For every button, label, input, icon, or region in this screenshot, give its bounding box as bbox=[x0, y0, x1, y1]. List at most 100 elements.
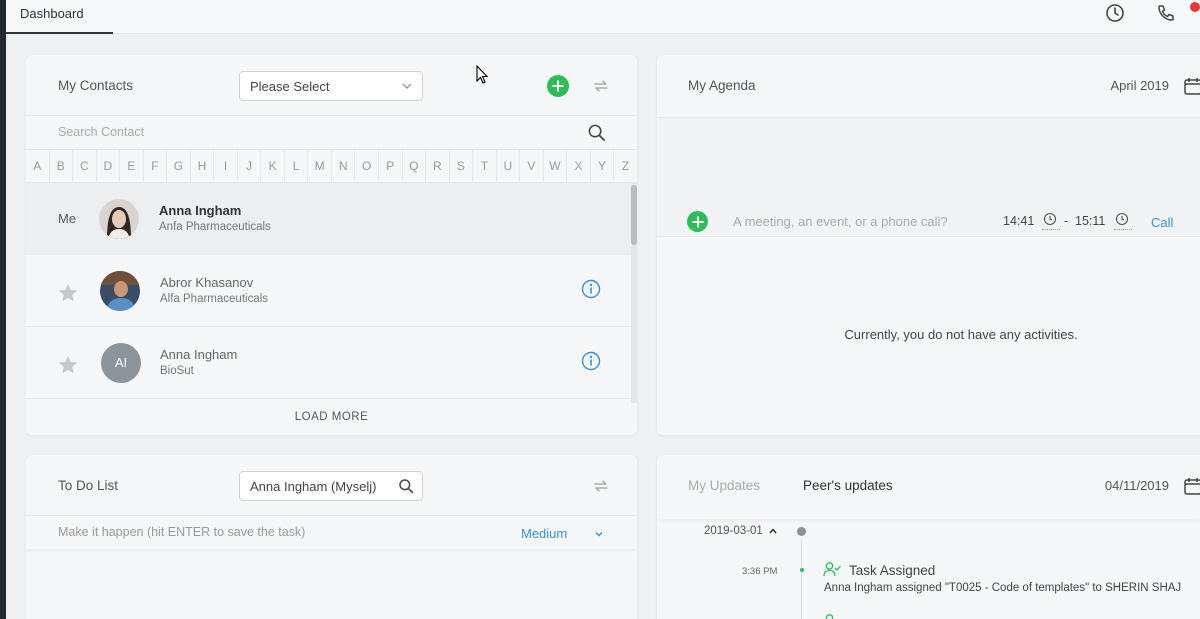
clock-icon[interactable] bbox=[1115, 212, 1129, 226]
agenda-panel: My Agenda April 2019 A meeting, an event… bbox=[657, 55, 1200, 435]
activity-type-call[interactable]: Call bbox=[1151, 215, 1173, 230]
scrollbar-thumb[interactable] bbox=[631, 185, 637, 245]
end-time[interactable]: 15:11 bbox=[1075, 214, 1105, 228]
chevron-up-icon[interactable] bbox=[768, 526, 778, 536]
letter-d[interactable]: D bbox=[97, 150, 121, 182]
letter-g[interactable]: G bbox=[167, 150, 191, 182]
timeline-item-title: Task Assigned bbox=[849, 563, 936, 578]
search-icon[interactable] bbox=[587, 123, 606, 142]
alphabet-filter: A B C D E F G H I J K L M N O P Q R S T … bbox=[26, 149, 637, 183]
todo-panel: To Do List Anna Ingham (Myselj) Make it … bbox=[26, 455, 637, 619]
contact-row[interactable]: AI Anna Ingham BioSut bbox=[26, 327, 631, 399]
letter-w[interactable]: W bbox=[544, 150, 568, 182]
activity-input[interactable]: A meeting, an event, or a phone call? bbox=[733, 214, 948, 229]
search-icon[interactable] bbox=[398, 478, 414, 494]
contacts-scrollbar[interactable] bbox=[631, 183, 637, 403]
chevron-down-icon[interactable] bbox=[593, 528, 605, 540]
left-nav-strip bbox=[0, 0, 6, 619]
clock-icon[interactable] bbox=[1105, 3, 1125, 23]
contacts-filter-select[interactable]: Please Select bbox=[239, 71, 423, 101]
letter-m[interactable]: M bbox=[308, 150, 332, 182]
letter-i[interactable]: I bbox=[214, 150, 238, 182]
letter-o[interactable]: O bbox=[355, 150, 379, 182]
letter-b[interactable]: B bbox=[50, 150, 74, 182]
letter-u[interactable]: U bbox=[497, 150, 521, 182]
agenda-month[interactable]: April 2019 bbox=[1110, 78, 1169, 93]
phone-icon[interactable] bbox=[1156, 3, 1176, 23]
refresh-icon[interactable] bbox=[591, 76, 611, 96]
user-check-icon bbox=[823, 562, 841, 577]
letter-f[interactable]: F bbox=[144, 150, 168, 182]
timeline-item-dot bbox=[800, 568, 804, 572]
chevron-down-icon bbox=[402, 83, 412, 89]
timeline-line bbox=[801, 539, 802, 619]
timeline-group-date: 2019-03-01 bbox=[704, 525, 763, 537]
updates-panel: My Updates Peer's updates 04/11/2019 201… bbox=[657, 455, 1200, 619]
updates-divider bbox=[657, 517, 1200, 519]
letter-k[interactable]: K bbox=[261, 150, 285, 182]
letter-r[interactable]: R bbox=[426, 150, 450, 182]
letter-x[interactable]: X bbox=[567, 150, 591, 182]
contacts-title: My Contacts bbox=[58, 78, 134, 93]
contact-row[interactable]: Abror Khasanov Alfa Pharmaceuticals bbox=[26, 255, 631, 327]
updates-date[interactable]: 04/11/2019 bbox=[1105, 478, 1169, 493]
todo-task-input[interactable]: Make it happen (hit ENTER to save the ta… bbox=[58, 525, 305, 539]
letter-h[interactable]: H bbox=[191, 150, 215, 182]
contact-search-row: Search Contact bbox=[26, 115, 637, 149]
user-check-icon bbox=[825, 614, 834, 619]
refresh-icon[interactable] bbox=[591, 476, 611, 496]
letter-v[interactable]: V bbox=[520, 150, 544, 182]
contacts-filter-value: Please Select bbox=[250, 79, 330, 94]
start-time[interactable]: 14:41 bbox=[1003, 214, 1034, 228]
letter-e[interactable]: E bbox=[120, 150, 144, 182]
letter-a[interactable]: A bbox=[26, 150, 50, 182]
letter-s[interactable]: S bbox=[450, 150, 474, 182]
empty-agenda-message: Currently, you do not have any activitie… bbox=[844, 327, 1078, 342]
calendar-icon[interactable] bbox=[1183, 76, 1200, 96]
letter-q[interactable]: Q bbox=[403, 150, 427, 182]
agenda-quick-add: A meeting, an event, or a phone call? 14… bbox=[657, 205, 1200, 237]
letter-n[interactable]: N bbox=[332, 150, 356, 182]
priority-select[interactable]: Medium bbox=[521, 526, 567, 541]
contact-name[interactable]: Anna Ingham bbox=[160, 347, 237, 362]
agenda-title: My Agenda bbox=[688, 78, 756, 93]
info-icon[interactable] bbox=[581, 351, 601, 371]
add-activity-button[interactable] bbox=[687, 211, 708, 232]
contact-name[interactable]: Abror Khasanov bbox=[160, 275, 253, 290]
load-more-button[interactable]: LOAD MORE bbox=[26, 403, 637, 435]
me-label: Me bbox=[58, 211, 77, 226]
time-separator: - bbox=[1064, 214, 1069, 228]
star-icon[interactable] bbox=[57, 354, 79, 376]
letter-z[interactable]: Z bbox=[614, 150, 637, 182]
top-bar bbox=[6, 0, 1200, 34]
todo-input-row: Make it happen (hit ENTER to save the ta… bbox=[26, 515, 637, 549]
todo-title: To Do List bbox=[58, 478, 119, 493]
letter-t[interactable]: T bbox=[473, 150, 497, 182]
contact-company: Anfa Pharmaceuticals bbox=[159, 221, 271, 233]
timeline-group-dot bbox=[797, 527, 806, 536]
contact-row-me[interactable]: Me Anna Ingham Anfa Pharmaceuticals bbox=[26, 183, 631, 255]
letter-c[interactable]: C bbox=[73, 150, 97, 182]
letter-j[interactable]: J bbox=[238, 150, 262, 182]
contact-company: BioSut bbox=[160, 365, 194, 377]
clock-icon[interactable] bbox=[1043, 212, 1057, 226]
mouse-cursor-icon bbox=[476, 65, 489, 84]
todo-assignee-select[interactable]: Anna Ingham (Myselj) bbox=[239, 471, 423, 501]
calendar-icon[interactable] bbox=[1183, 476, 1200, 496]
contact-search-input[interactable]: Search Contact bbox=[58, 125, 144, 139]
add-contact-button[interactable] bbox=[547, 75, 569, 97]
contacts-panel: My Contacts Please Select Search Contact… bbox=[26, 55, 637, 435]
letter-p[interactable]: P bbox=[379, 150, 403, 182]
avatar-photo bbox=[100, 271, 140, 311]
info-icon[interactable] bbox=[581, 279, 601, 299]
todo-assignee-value: Anna Ingham (Myselj) bbox=[250, 479, 377, 494]
tab-my-updates[interactable]: My Updates bbox=[688, 478, 760, 493]
star-icon[interactable] bbox=[57, 282, 79, 304]
contact-company: Alfa Pharmaceuticals bbox=[160, 293, 269, 305]
tab-peers-updates[interactable]: Peer's updates bbox=[803, 478, 893, 493]
letter-l[interactable]: L bbox=[285, 150, 309, 182]
timeline-item-description: Anna Ingham assigned "T0025 - Code of te… bbox=[824, 582, 1182, 594]
contact-name[interactable]: Anna Ingham bbox=[159, 203, 241, 218]
tab-dashboard[interactable]: Dashboard bbox=[6, 0, 113, 34]
letter-y[interactable]: Y bbox=[591, 150, 615, 182]
